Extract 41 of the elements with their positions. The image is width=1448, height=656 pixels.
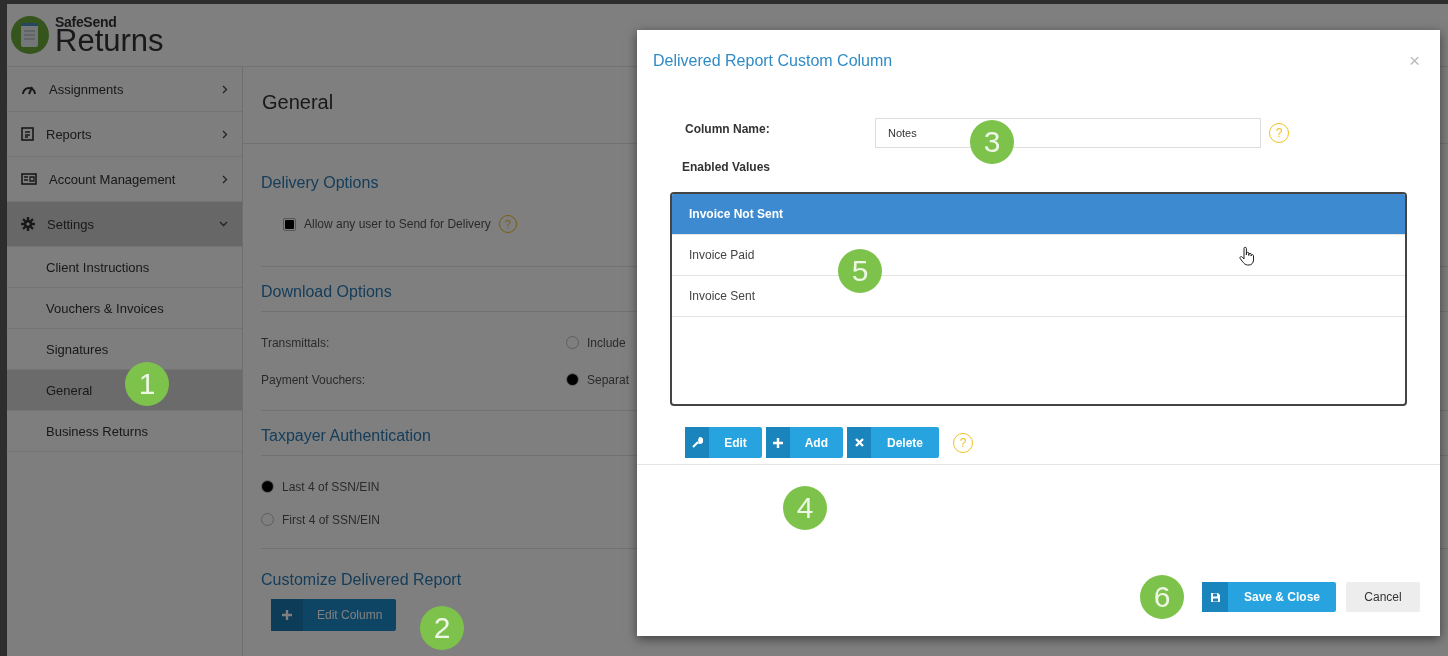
checkbox-label: Allow any user to Send for Delivery	[304, 217, 491, 231]
sidebar-subitem[interactable]: Business Returns	[7, 411, 242, 452]
radio-button[interactable]	[566, 336, 579, 349]
radio-button[interactable]	[566, 373, 579, 386]
plus-icon	[772, 437, 783, 448]
cancel-button[interactable]: Cancel	[1346, 582, 1420, 612]
hand-pointer-icon	[1239, 246, 1255, 266]
radio-label: Last 4 of SSN/EIN	[282, 479, 380, 494]
action-button[interactable]: Add	[766, 427, 843, 458]
section-heading: Taxpayer Authentication	[261, 427, 431, 445]
edit-column-button[interactable]: Edit Column	[271, 599, 397, 631]
wrench-icon	[691, 437, 703, 448]
sidebar-subitem[interactable]: Vouchers & Invoices	[7, 288, 242, 329]
radio-label: Include	[587, 335, 626, 350]
gear-icon	[21, 217, 35, 231]
action-button[interactable]: Edit	[685, 427, 762, 458]
dialog-title: Delivered Report Custom Column	[653, 52, 893, 70]
sidebar-item[interactable]: Settings	[7, 202, 242, 247]
section-heading: Download Options	[261, 283, 392, 301]
section-heading: Delivery Options	[261, 174, 379, 192]
sidebar-item[interactable]: Reports	[7, 112, 242, 157]
field-label: Enabled Values	[682, 160, 771, 174]
document-icon	[21, 127, 34, 141]
radio-label: First 4 of SSN/EIN	[282, 512, 381, 527]
id-card-icon	[21, 173, 37, 185]
sidebar-item[interactable]: Assignments	[7, 67, 242, 112]
list-item[interactable]: Invoice Not Sent	[672, 194, 1405, 235]
radio-button[interactable]	[261, 513, 274, 526]
plus-icon	[282, 610, 292, 620]
logo-icon	[11, 14, 49, 56]
sidebar-subitem[interactable]: Client Instructions	[7, 247, 242, 288]
checkbox[interactable]	[283, 217, 296, 231]
field-label: Payment Vouchers:	[261, 372, 367, 387]
section-heading: Customize Delivered Report	[261, 571, 462, 589]
radio-label: Separat	[587, 372, 630, 387]
save-button[interactable]: Save & Close	[1202, 582, 1336, 612]
close-icon	[854, 438, 864, 447]
field-label: Column Name:	[684, 122, 771, 136]
action-button[interactable]: Delete	[847, 427, 939, 458]
radio-button[interactable]	[261, 480, 274, 493]
field-label: Transmittals:	[261, 335, 331, 350]
